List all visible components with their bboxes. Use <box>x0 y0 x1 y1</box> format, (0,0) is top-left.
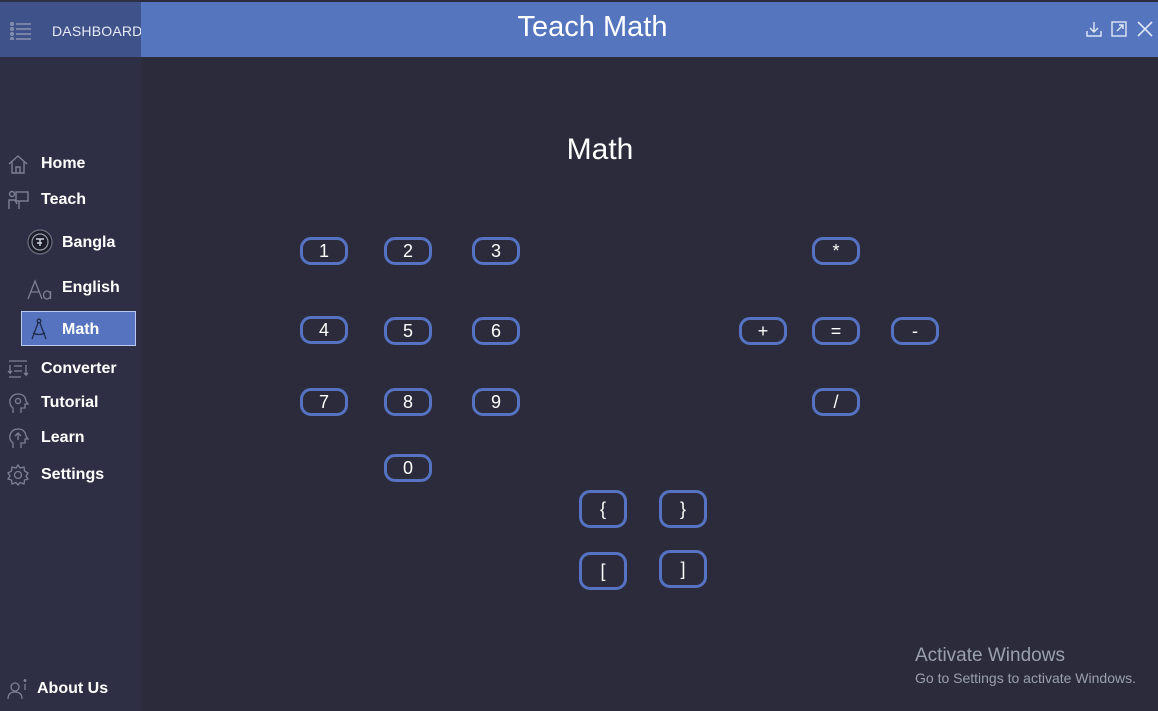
title-bar: Teach Math <box>141 2 1158 57</box>
about-icon <box>7 679 27 700</box>
digit-5-button[interactable]: 5 <box>384 317 432 345</box>
sidebar-item-teach[interactable]: Teach <box>0 185 141 215</box>
sidebar-item-label: Home <box>41 155 86 172</box>
bracket-close-button[interactable]: ] <box>659 550 707 588</box>
watermark-subtitle: Go to Settings to activate Windows. <box>915 670 1136 686</box>
sidebar-item-about[interactable]: About Us <box>0 674 141 704</box>
sidebar-item-settings[interactable]: Settings <box>0 460 141 490</box>
multiply-button[interactable]: * <box>812 237 860 265</box>
digit-0-button[interactable]: 0 <box>384 454 432 482</box>
sidebar-item-label: Settings <box>41 466 105 483</box>
sidebar-item-bangla[interactable]: Bangla <box>0 227 141 257</box>
minus-button[interactable]: - <box>891 317 939 345</box>
brace-close-button[interactable]: } <box>659 490 707 528</box>
english-icon <box>27 279 52 300</box>
sidebar-item-label: Bangla <box>62 234 116 251</box>
activate-windows-watermark: Activate Windows Go to Settings to activ… <box>915 645 1136 686</box>
sidebar-item-label: Teach <box>41 191 87 208</box>
converter-icon <box>7 360 29 378</box>
menu-icon[interactable] <box>10 22 32 40</box>
app-title: Teach Math <box>517 11 668 43</box>
home-icon <box>8 155 28 174</box>
dashboard-label: DASHBOARD <box>52 23 143 39</box>
equals-button[interactable]: = <box>812 317 860 345</box>
math-compass-icon <box>31 318 47 340</box>
digit-4-button[interactable]: 4 <box>300 316 348 344</box>
sidebar-item-label: Converter <box>41 360 117 377</box>
download-icon[interactable] <box>1085 20 1103 38</box>
watermark-title: Activate Windows <box>915 645 1065 666</box>
brace-open-button[interactable]: { <box>579 490 627 528</box>
digit-9-button[interactable]: 9 <box>472 388 520 416</box>
sidebar-item-label: Math <box>62 321 100 338</box>
maximize-icon[interactable] <box>1110 20 1128 38</box>
divide-button[interactable]: / <box>812 388 860 416</box>
sidebar-item-tutorial[interactable]: Tutorial <box>0 388 141 418</box>
sidebar: DASHBOARD Home Teach Bangla English Math… <box>0 0 143 711</box>
sidebar-item-learn[interactable]: Learn <box>0 423 141 453</box>
sidebar-item-english[interactable]: English <box>0 273 141 303</box>
sidebar-item-converter[interactable]: Converter <box>0 354 141 384</box>
digit-8-button[interactable]: 8 <box>384 388 432 416</box>
teach-icon <box>8 190 29 209</box>
sidebar-item-label: Learn <box>41 429 85 446</box>
digit-7-button[interactable]: 7 <box>300 388 348 416</box>
dashboard-header[interactable]: DASHBOARD <box>0 2 143 57</box>
bangla-icon <box>27 229 53 255</box>
tutorial-icon <box>9 393 29 413</box>
digit-6-button[interactable]: 6 <box>472 317 520 345</box>
settings-icon <box>7 464 29 486</box>
sidebar-item-math[interactable]: Math <box>21 311 136 346</box>
bracket-open-button[interactable]: [ <box>579 552 627 590</box>
sidebar-item-label: Tutorial <box>41 394 99 411</box>
plus-button[interactable]: + <box>739 317 787 345</box>
sidebar-item-home[interactable]: Home <box>0 149 141 179</box>
digit-2-button[interactable]: 2 <box>384 237 432 265</box>
digit-3-button[interactable]: 3 <box>472 237 520 265</box>
sidebar-item-label: About Us <box>37 680 109 697</box>
learn-icon <box>9 428 29 448</box>
sidebar-item-label: English <box>62 279 120 296</box>
close-icon[interactable] <box>1136 20 1154 38</box>
page-title: Math <box>566 133 634 166</box>
digit-1-button[interactable]: 1 <box>300 237 348 265</box>
